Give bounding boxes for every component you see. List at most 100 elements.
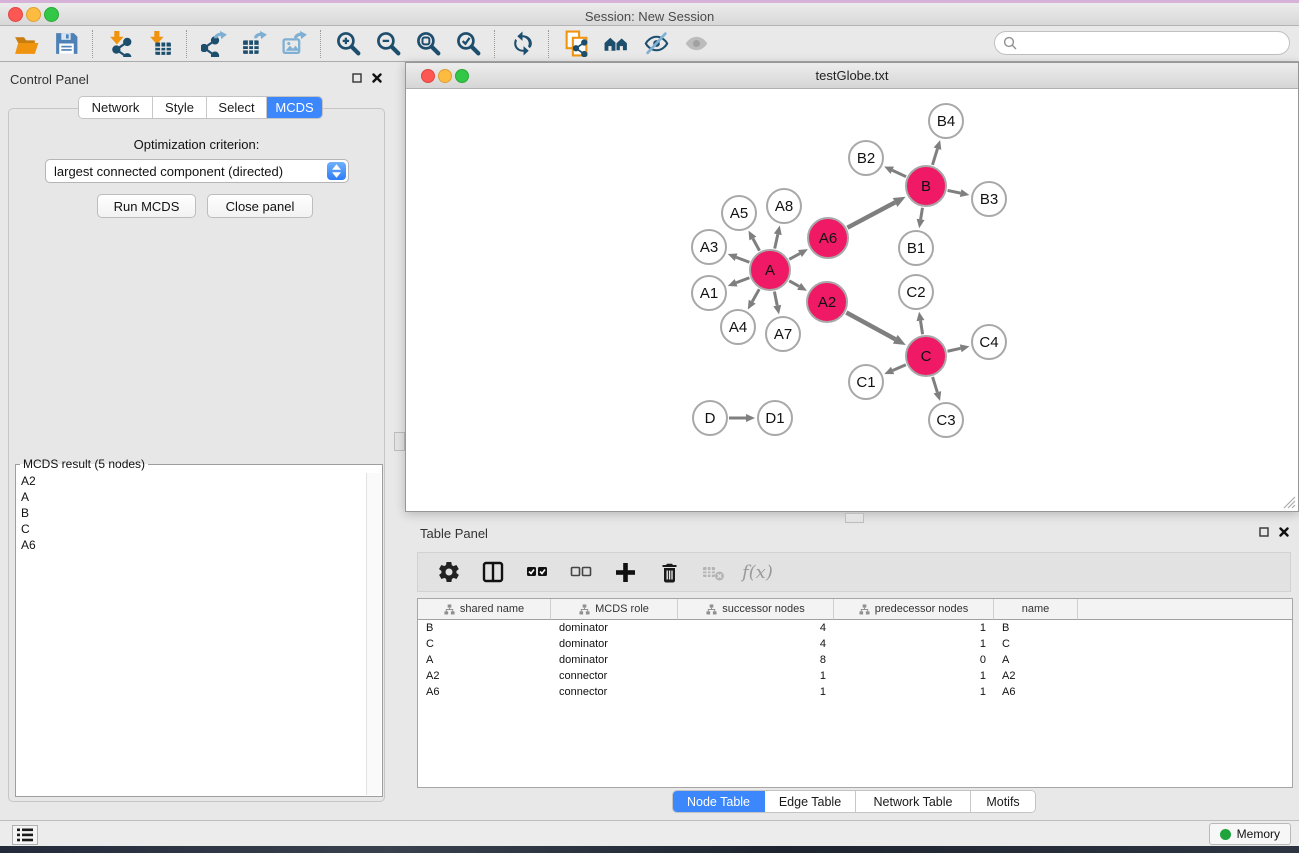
graph-node-C1[interactable]: C1 bbox=[848, 364, 884, 400]
table-cell[interactable]: 4 bbox=[678, 636, 834, 652]
graph-edge-A-A1[interactable] bbox=[736, 278, 749, 283]
result-item[interactable]: A6 bbox=[17, 537, 367, 553]
settings-icon[interactable] bbox=[430, 556, 468, 588]
graph-node-A4[interactable]: A4 bbox=[720, 309, 756, 345]
table-cell[interactable]: 1 bbox=[834, 684, 994, 700]
graph-edge-B-B2[interactable] bbox=[892, 170, 906, 176]
table-cell[interactable]: A2 bbox=[418, 668, 551, 684]
export-image-icon[interactable] bbox=[274, 28, 314, 60]
column-header-MCDS-role[interactable]: MCDS role bbox=[551, 599, 678, 620]
zoom-out-icon[interactable] bbox=[368, 28, 408, 60]
graph-node-C2[interactable]: C2 bbox=[898, 274, 934, 310]
graph-node-B1[interactable]: B1 bbox=[898, 230, 934, 266]
table-cell[interactable]: 4 bbox=[678, 620, 834, 636]
table-row[interactable]: Adominator80A bbox=[418, 652, 1292, 668]
table-cell[interactable]: 1 bbox=[834, 636, 994, 652]
graph-edge-A-A3[interactable] bbox=[736, 257, 749, 262]
tab-select[interactable]: Select bbox=[207, 97, 267, 118]
graph-edge-A-A5[interactable] bbox=[753, 238, 760, 250]
run-mcds-button[interactable]: Run MCDS bbox=[97, 194, 196, 218]
graph-edge-A-A2[interactable] bbox=[789, 281, 799, 287]
memory-button[interactable]: Memory bbox=[1209, 823, 1291, 845]
table-cell[interactable]: connector bbox=[551, 684, 678, 700]
close-panel-icon[interactable] bbox=[372, 73, 382, 83]
result-item[interactable]: A2 bbox=[17, 473, 367, 489]
close-table-panel-icon[interactable] bbox=[1279, 527, 1289, 537]
table-cell[interactable]: 8 bbox=[678, 652, 834, 668]
graph-node-D[interactable]: D bbox=[692, 400, 728, 436]
table-cell[interactable]: A2 bbox=[994, 668, 1078, 684]
import-network-icon[interactable] bbox=[100, 28, 140, 60]
graph-edge-A6-B[interactable] bbox=[847, 202, 895, 227]
table-cell[interactable]: A6 bbox=[418, 684, 551, 700]
table-cell[interactable]: dominator bbox=[551, 636, 678, 652]
deselect-all-rows-icon[interactable] bbox=[562, 556, 600, 588]
tab-style[interactable]: Style bbox=[153, 97, 207, 118]
graph-edge-B-B3[interactable] bbox=[948, 190, 961, 193]
export-table-icon[interactable] bbox=[234, 28, 274, 60]
table-cell[interactable]: B bbox=[418, 620, 551, 636]
table-cell[interactable]: dominator bbox=[551, 620, 678, 636]
table-cell[interactable]: 1 bbox=[834, 620, 994, 636]
hide-graphics-details-icon[interactable] bbox=[636, 28, 676, 60]
first-neighbors-icon[interactable] bbox=[596, 28, 636, 60]
column-header-predecessor-nodes[interactable]: predecessor nodes bbox=[834, 599, 994, 620]
zoom-selected-icon[interactable] bbox=[448, 28, 488, 60]
delete-column-icon[interactable] bbox=[650, 556, 688, 588]
tab-edge-table[interactable]: Edge Table bbox=[765, 791, 856, 812]
graph-edge-B-B4[interactable] bbox=[932, 149, 937, 165]
graph-edge-A-A4[interactable] bbox=[752, 289, 759, 302]
table-row[interactable]: Bdominator41B bbox=[418, 620, 1292, 636]
save-session-icon[interactable] bbox=[46, 28, 86, 60]
table-cell[interactable]: B bbox=[994, 620, 1078, 636]
open-session-icon[interactable] bbox=[6, 28, 46, 60]
network-window-titlebar[interactable]: testGlobe.txt bbox=[406, 63, 1298, 89]
tab-mcds[interactable]: MCDS bbox=[267, 97, 322, 118]
graph-edge-A-A8[interactable] bbox=[775, 234, 778, 248]
table-row[interactable]: A6connector11A6 bbox=[418, 684, 1292, 700]
float-table-panel-icon[interactable] bbox=[1259, 527, 1269, 537]
network-canvas[interactable]: B4B2BB3A8A5A6A3B1AC2A1A2A4A7C4CC1C3DD1 bbox=[406, 89, 1298, 511]
zoom-in-icon[interactable] bbox=[328, 28, 368, 60]
graph-node-C3[interactable]: C3 bbox=[928, 402, 964, 438]
close-panel-button[interactable]: Close panel bbox=[207, 194, 313, 218]
column-header-successor-nodes[interactable]: successor nodes bbox=[678, 599, 834, 620]
tab-motifs[interactable]: Motifs bbox=[971, 791, 1035, 812]
search-input[interactable] bbox=[1017, 35, 1281, 51]
table-cell[interactable]: A bbox=[418, 652, 551, 668]
graph-edge-A2-C[interactable] bbox=[846, 313, 895, 340]
graph-node-A5[interactable]: A5 bbox=[721, 195, 757, 231]
select-all-rows-icon[interactable] bbox=[518, 556, 556, 588]
graph-node-D1[interactable]: D1 bbox=[757, 400, 793, 436]
graph-edge-A-A7[interactable] bbox=[774, 292, 777, 306]
function-builder-icon[interactable]: f(x) bbox=[742, 562, 773, 583]
graph-node-B4[interactable]: B4 bbox=[928, 103, 964, 139]
float-panel-icon[interactable] bbox=[352, 73, 362, 83]
vertical-split-handle[interactable] bbox=[394, 432, 405, 451]
graph-node-A[interactable]: A bbox=[749, 249, 791, 291]
tab-network-table[interactable]: Network Table bbox=[856, 791, 971, 812]
search-box[interactable] bbox=[994, 31, 1290, 55]
graph-node-A1[interactable]: A1 bbox=[691, 275, 727, 311]
graph-node-A2[interactable]: A2 bbox=[806, 281, 848, 323]
graph-node-B2[interactable]: B2 bbox=[848, 140, 884, 176]
table-cell[interactable]: connector bbox=[551, 668, 678, 684]
table-cell[interactable]: 1 bbox=[834, 668, 994, 684]
result-item[interactable]: C bbox=[17, 521, 367, 537]
table-row[interactable]: Cdominator41C bbox=[418, 636, 1292, 652]
tab-node-table[interactable]: Node Table bbox=[673, 791, 765, 812]
graph-edge-C-C3[interactable] bbox=[933, 377, 938, 392]
table-cell[interactable]: dominator bbox=[551, 652, 678, 668]
add-column-icon[interactable] bbox=[606, 556, 644, 588]
resize-grip-icon[interactable] bbox=[1283, 496, 1296, 509]
graph-node-C4[interactable]: C4 bbox=[971, 324, 1007, 360]
graph-edge-C-C1[interactable] bbox=[893, 365, 906, 371]
table-cell[interactable]: 0 bbox=[834, 652, 994, 668]
result-scrollbar[interactable] bbox=[366, 473, 381, 795]
tab-network[interactable]: Network bbox=[79, 97, 153, 118]
graph-node-A6[interactable]: A6 bbox=[807, 217, 849, 259]
result-item[interactable]: B bbox=[17, 505, 367, 521]
zoom-fit-icon[interactable] bbox=[408, 28, 448, 60]
graph-edge-B-B1[interactable] bbox=[921, 208, 923, 220]
export-network-icon[interactable] bbox=[194, 28, 234, 60]
